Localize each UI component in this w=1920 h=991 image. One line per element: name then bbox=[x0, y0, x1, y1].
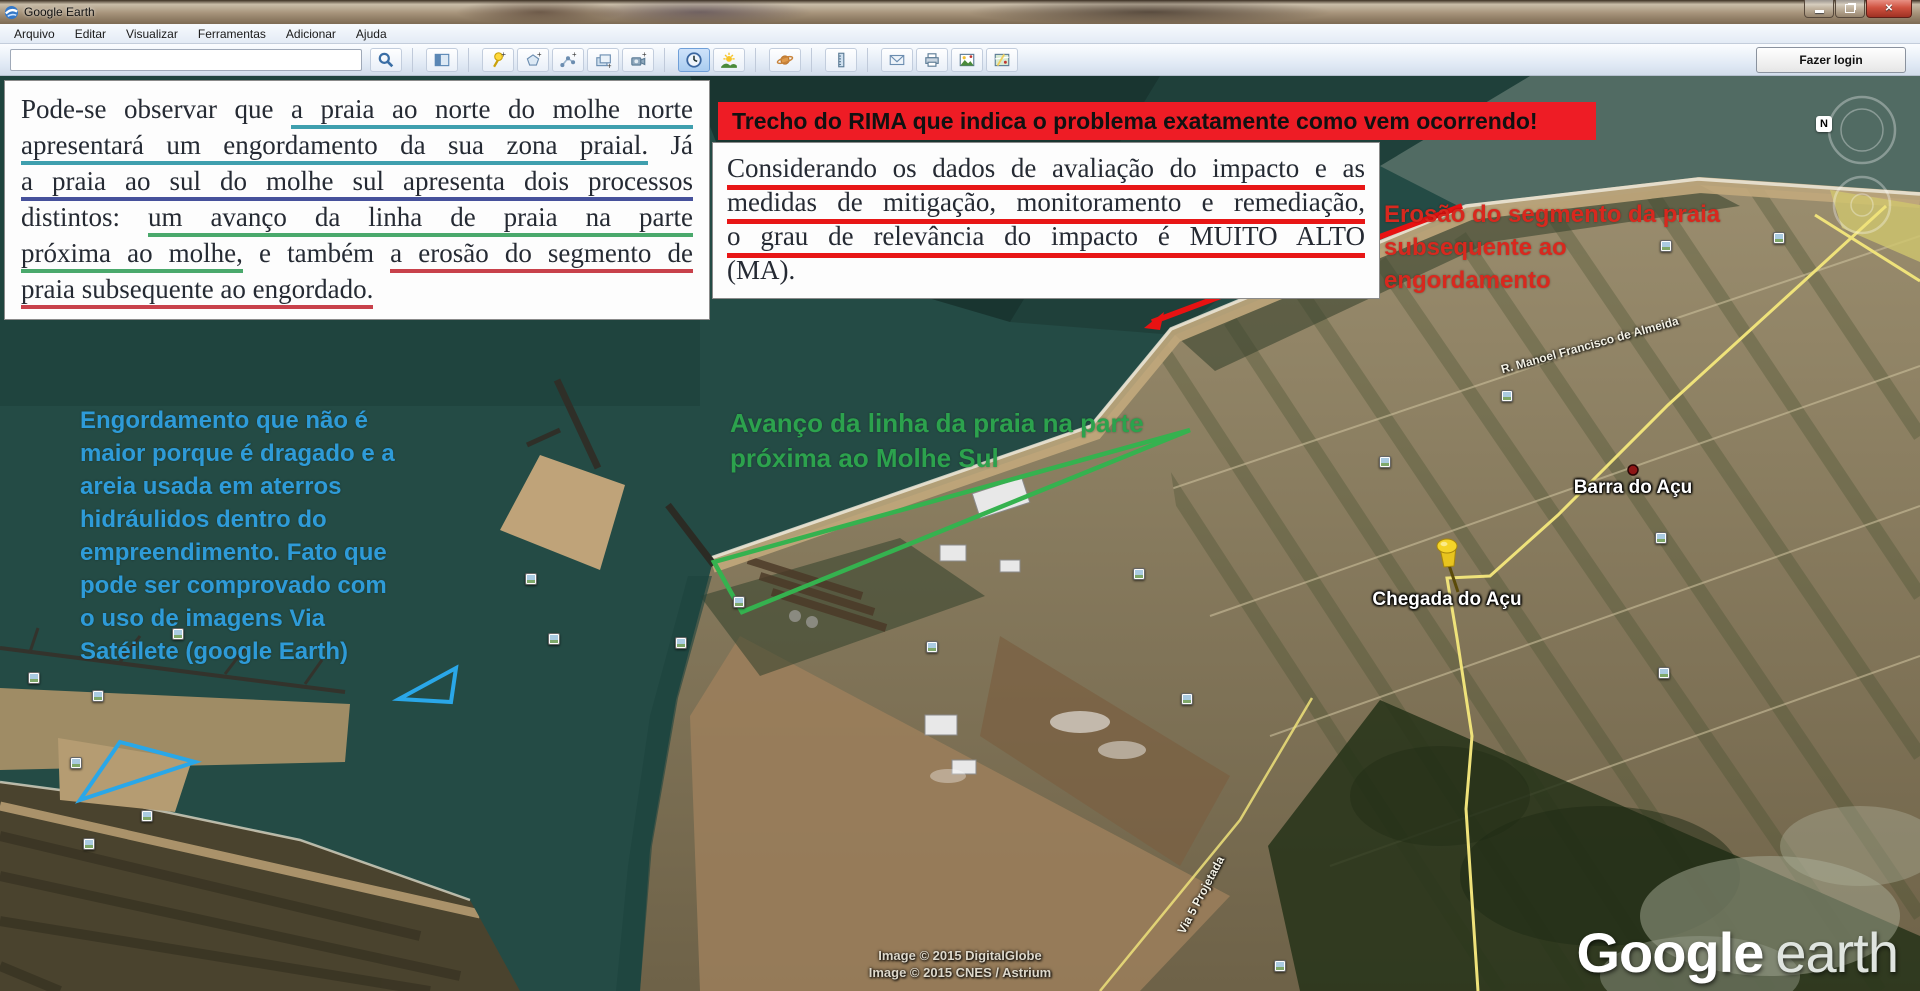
doc-line: próxima ao molhe, e também a erosão do s… bbox=[21, 235, 693, 271]
sunlight-icon bbox=[720, 51, 738, 69]
logo-earth: earth bbox=[1775, 921, 1898, 984]
photo-marker-icon[interactable] bbox=[28, 672, 40, 684]
login-button[interactable]: Fazer login bbox=[1756, 47, 1906, 73]
photo-marker-icon[interactable] bbox=[92, 690, 104, 702]
doc-line: Considerando os dados de avaliação do im… bbox=[727, 151, 1365, 185]
svg-text:+: + bbox=[501, 51, 506, 59]
photo-marker-icon[interactable] bbox=[1773, 232, 1785, 244]
photo-marker-icon[interactable] bbox=[1181, 693, 1193, 705]
doc-line: (MA). bbox=[727, 253, 1365, 287]
photo-marker-icon[interactable] bbox=[70, 757, 82, 769]
historical-imagery-button[interactable] bbox=[678, 48, 710, 72]
photo-marker-icon[interactable] bbox=[172, 628, 184, 640]
record-tour-button[interactable]: + bbox=[622, 48, 654, 72]
photo-marker-icon[interactable] bbox=[548, 633, 560, 645]
logo-google: Google bbox=[1576, 921, 1763, 984]
menu-item-editar[interactable]: Editar bbox=[65, 25, 116, 43]
save-image-button[interactable] bbox=[951, 48, 983, 72]
close-button[interactable]: ✕ bbox=[1866, 0, 1912, 18]
svg-text:+: + bbox=[572, 51, 577, 59]
photo-marker-icon[interactable] bbox=[1501, 390, 1513, 402]
menu-item-arquivo[interactable]: Arquivo bbox=[4, 25, 65, 43]
photo-marker-icon[interactable] bbox=[1274, 960, 1286, 972]
menu-item-ferramentas[interactable]: Ferramentas bbox=[188, 25, 276, 43]
panel-toggle-icon bbox=[433, 51, 451, 69]
panel-toggle-button[interactable] bbox=[426, 48, 458, 72]
search-button[interactable] bbox=[370, 48, 402, 72]
doc-line: o grau de relevância do impacto é MUITO … bbox=[727, 219, 1365, 253]
title-bar: Google Earth ✕ bbox=[0, 0, 1920, 24]
avanco-annotation: Avanço da linha da praia na partepróxima… bbox=[730, 406, 1170, 476]
google-earth-app-icon bbox=[4, 5, 19, 20]
menu-bar: ArquivoEditarVisualizarFerramentasAdicio… bbox=[0, 24, 1920, 44]
add-image-overlay-icon: + bbox=[594, 51, 612, 69]
rima-excerpt-box-2: Considerando os dados de avaliação do im… bbox=[712, 142, 1380, 299]
erosion-annotation: Erosão do segmento da praiasubsequente a… bbox=[1384, 198, 1744, 297]
doc-line: distintos: um avanço da linha de praia n… bbox=[21, 199, 693, 235]
engordamento-annotation: Engordamento que não émaior porque é dra… bbox=[80, 404, 410, 668]
add-placemark-icon: + bbox=[489, 51, 507, 69]
planets-button[interactable] bbox=[769, 48, 801, 72]
add-polygon-icon: + bbox=[524, 51, 542, 69]
ruler-button[interactable] bbox=[825, 48, 857, 72]
record-tour-icon: + bbox=[629, 51, 647, 69]
photo-marker-icon[interactable] bbox=[1660, 240, 1672, 252]
add-path-icon: + bbox=[559, 51, 577, 69]
restore-button[interactable] bbox=[1835, 0, 1865, 18]
label-chegada-do-acu[interactable]: Chegada do Açu bbox=[1362, 589, 1532, 611]
ruler-icon bbox=[832, 51, 850, 69]
photo-marker-icon[interactable] bbox=[926, 641, 938, 653]
photo-marker-icon[interactable] bbox=[1133, 568, 1145, 580]
rima-banner: Trecho do RIMA que indica o problema exa… bbox=[718, 102, 1596, 140]
doc-line: apresentará um engordamento da sua zona … bbox=[21, 127, 693, 163]
photo-marker-icon[interactable] bbox=[525, 573, 537, 585]
view-in-maps-icon bbox=[993, 51, 1011, 69]
menu-item-ajuda[interactable]: Ajuda bbox=[346, 25, 397, 43]
print-button[interactable] bbox=[916, 48, 948, 72]
label-barra-do-acu[interactable]: Barra do Açu bbox=[1558, 477, 1708, 499]
add-polygon-button[interactable]: + bbox=[517, 48, 549, 72]
barra-placemark-dot[interactable] bbox=[1628, 465, 1638, 475]
photo-marker-icon[interactable] bbox=[1655, 532, 1667, 544]
google-earth-logo: Googleearth bbox=[1576, 920, 1898, 985]
svg-text:+: + bbox=[607, 61, 612, 69]
save-image-icon bbox=[958, 51, 976, 69]
photo-marker-icon[interactable] bbox=[141, 810, 153, 822]
photo-marker-icon[interactable] bbox=[1658, 667, 1670, 679]
add-placemark-button[interactable]: + bbox=[482, 48, 514, 72]
doc-line: praia subsequente ao engordado. bbox=[21, 271, 693, 307]
doc-line: a praia ao sul do molhe sul apresenta do… bbox=[21, 163, 693, 199]
photo-marker-icon[interactable] bbox=[1379, 456, 1391, 468]
search-input[interactable] bbox=[10, 49, 362, 71]
rima-excerpt-box-1: Pode-se observar que a praia ao norte do… bbox=[4, 80, 710, 320]
window-title: Google Earth bbox=[24, 5, 95, 19]
email-icon bbox=[888, 51, 906, 69]
toolbar: + + + + + bbox=[0, 44, 1920, 76]
add-image-overlay-button[interactable]: + bbox=[587, 48, 619, 72]
photo-marker-icon[interactable] bbox=[675, 637, 687, 649]
compass-north-badge[interactable]: N bbox=[1816, 116, 1832, 132]
menu-item-visualizar[interactable]: Visualizar bbox=[116, 25, 188, 43]
email-button[interactable] bbox=[881, 48, 913, 72]
print-icon bbox=[923, 51, 941, 69]
doc-line: Pode-se observar que a praia ao norte do… bbox=[21, 91, 693, 127]
view-in-maps-button[interactable] bbox=[986, 48, 1018, 72]
search-icon bbox=[377, 51, 395, 69]
svg-text:+: + bbox=[537, 51, 542, 59]
planets-icon bbox=[776, 51, 794, 69]
svg-text:+: + bbox=[642, 51, 647, 59]
menu-item-adicionar[interactable]: Adicionar bbox=[276, 25, 346, 43]
add-path-button[interactable]: + bbox=[552, 48, 584, 72]
minimize-button[interactable] bbox=[1804, 0, 1834, 18]
historical-imagery-icon bbox=[685, 51, 703, 69]
photo-marker-icon[interactable] bbox=[733, 596, 745, 608]
sunlight-button[interactable] bbox=[713, 48, 745, 72]
photo-marker-icon[interactable] bbox=[83, 838, 95, 850]
doc-line: medidas de mitigação, monitoramento e re… bbox=[727, 185, 1365, 219]
